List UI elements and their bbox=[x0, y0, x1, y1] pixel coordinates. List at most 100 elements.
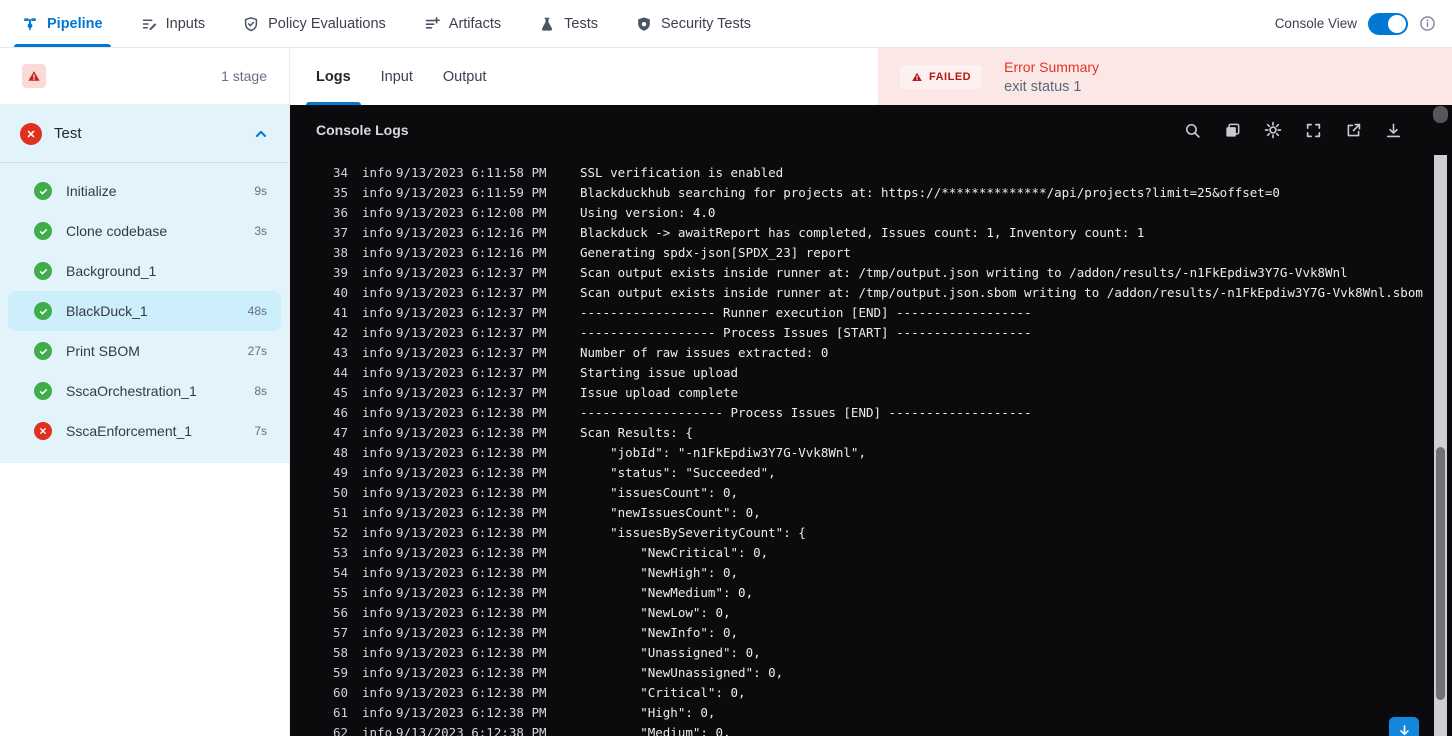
log-message: "Unassigned": 0, bbox=[580, 645, 761, 660]
log-line-number: 62 bbox=[332, 725, 348, 736]
failed-badge-label: FAILED bbox=[929, 70, 972, 83]
log-line: 38 info 9/13/2023 6:12:16 PM Generating … bbox=[290, 243, 1430, 263]
tab-artifacts[interactable]: Artifacts bbox=[424, 0, 501, 47]
log-line: 60 info 9/13/2023 6:12:38 PM "Critical":… bbox=[290, 683, 1430, 703]
log-message: Starting issue upload bbox=[580, 365, 739, 380]
top-nav: Pipeline Inputs Policy Evaluations Artif… bbox=[0, 0, 1452, 48]
console-view-label: Console View bbox=[1274, 16, 1357, 31]
log-line-number: 50 bbox=[332, 485, 348, 500]
tab-input[interactable]: Input bbox=[381, 48, 413, 105]
step-row-initialize[interactable]: Initialize 9s bbox=[8, 171, 281, 211]
arrow-down-icon bbox=[1399, 725, 1409, 736]
security-tests-icon bbox=[636, 16, 652, 32]
log-line-number: 53 bbox=[332, 545, 348, 560]
log-level: info bbox=[362, 185, 393, 200]
log-line-number: 52 bbox=[332, 525, 348, 540]
log-timestamp: 9/13/2023 6:12:38 PM bbox=[396, 525, 547, 540]
log-level: info bbox=[362, 565, 393, 580]
log-timestamp: 9/13/2023 6:12:38 PM bbox=[396, 685, 547, 700]
log-line: 61 info 9/13/2023 6:12:38 PM "High": 0, bbox=[290, 703, 1430, 723]
tab-inputs-label: Inputs bbox=[165, 15, 206, 32]
step-row-blackduck-1[interactable]: BlackDuck_1 48s bbox=[8, 291, 281, 331]
step-status-icon bbox=[34, 422, 52, 440]
log-line-number: 39 bbox=[332, 265, 348, 280]
log-line: 44 info 9/13/2023 6:12:37 PM Starting is… bbox=[290, 363, 1430, 383]
search-icon[interactable] bbox=[1184, 122, 1201, 139]
tab-inputs[interactable]: Inputs bbox=[141, 0, 206, 47]
tab-pipeline[interactable]: Pipeline bbox=[14, 0, 111, 47]
log-line: 57 info 9/13/2023 6:12:38 PM "NewInfo": … bbox=[290, 623, 1430, 643]
log-line: 56 info 9/13/2023 6:12:38 PM "NewLow": 0… bbox=[290, 603, 1430, 623]
console-view-toggle[interactable] bbox=[1368, 12, 1408, 35]
step-row-sscaenforcement-1[interactable]: SscaEnforcement_1 7s bbox=[8, 411, 281, 451]
log-level: info bbox=[362, 585, 393, 600]
error-summary-title: Error Summary bbox=[1004, 58, 1100, 75]
log-message: "status": "Succeeded", bbox=[580, 465, 776, 480]
log-line: 54 info 9/13/2023 6:12:38 PM "NewHigh": … bbox=[290, 563, 1430, 583]
tab-pipeline-label: Pipeline bbox=[47, 15, 103, 32]
log-timestamp: 9/13/2023 6:12:38 PM bbox=[396, 465, 547, 480]
log-line-number: 35 bbox=[332, 185, 348, 200]
log-line-number: 48 bbox=[332, 445, 348, 460]
log-message: ------------------- Process Issues [END]… bbox=[580, 405, 1032, 420]
chevron-up-icon[interactable] bbox=[253, 126, 269, 142]
console-title: Console Logs bbox=[316, 122, 409, 138]
copy-icon[interactable] bbox=[1224, 122, 1241, 139]
error-summary-panel: FAILED Error Summary exit status 1 bbox=[878, 48, 1452, 105]
tab-logs[interactable]: Logs bbox=[306, 48, 361, 105]
log-line: 59 info 9/13/2023 6:12:38 PM "NewUnassig… bbox=[290, 663, 1430, 683]
scrollbar-top-thumb[interactable] bbox=[1433, 106, 1448, 123]
log-message: Using version: 4.0 bbox=[580, 205, 716, 220]
scroll-to-bottom-button[interactable] bbox=[1389, 717, 1419, 736]
inputs-icon bbox=[141, 16, 157, 32]
step-status-icon bbox=[34, 382, 52, 400]
log-message: Number of raw issues extracted: 0 bbox=[580, 345, 829, 360]
log-line: 43 info 9/13/2023 6:12:37 PM Number of r… bbox=[290, 343, 1430, 363]
log-message: Scan output exists inside runner at: /tm… bbox=[580, 285, 1423, 300]
step-row-print-sbom[interactable]: Print SBOM 27s bbox=[8, 331, 281, 371]
toggle-knob bbox=[1388, 14, 1406, 33]
step-status-icon bbox=[34, 262, 52, 280]
download-icon[interactable] bbox=[1385, 122, 1402, 139]
stage-count-label: 1 stage bbox=[221, 68, 267, 84]
log-timestamp: 9/13/2023 6:12:38 PM bbox=[396, 725, 547, 736]
step-status-icon bbox=[34, 222, 52, 240]
step-row-background-1[interactable]: Background_1 bbox=[8, 251, 281, 291]
log-timestamp: 9/13/2023 6:12:16 PM bbox=[396, 225, 547, 240]
console-scrollbar-track[interactable] bbox=[1434, 155, 1447, 736]
log-line-number: 43 bbox=[332, 345, 348, 360]
log-timestamp: 9/13/2023 6:12:38 PM bbox=[396, 405, 547, 420]
log-timestamp: 9/13/2023 6:12:37 PM bbox=[396, 385, 547, 400]
log-message: SSL verification is enabled bbox=[580, 165, 784, 180]
log-level: info bbox=[362, 725, 393, 736]
open-in-new-icon[interactable] bbox=[1345, 122, 1362, 139]
step-status-icon bbox=[34, 182, 52, 200]
log-message: "NewLow": 0, bbox=[580, 605, 731, 620]
console-scrollbar-thumb[interactable] bbox=[1436, 447, 1445, 700]
log-timestamp: 9/13/2023 6:12:37 PM bbox=[396, 265, 547, 280]
log-timestamp: 9/13/2023 6:12:37 PM bbox=[396, 365, 547, 380]
step-row-sscaorchestration-1[interactable]: SscaOrchestration_1 8s bbox=[8, 371, 281, 411]
pipeline-icon bbox=[22, 16, 38, 32]
log-message: Blackduckhub searching for projects at: … bbox=[580, 185, 1280, 200]
log-timestamp: 9/13/2023 6:12:37 PM bbox=[396, 305, 547, 320]
tab-tests[interactable]: Tests bbox=[539, 0, 598, 47]
log-timestamp: 9/13/2023 6:12:37 PM bbox=[396, 325, 547, 340]
step-row-clone-codebase[interactable]: Clone codebase 3s bbox=[8, 211, 281, 251]
log-message: "NewCritical": 0, bbox=[580, 545, 769, 560]
tab-policy-evaluations[interactable]: Policy Evaluations bbox=[243, 0, 386, 47]
error-summary-message: exit status 1 bbox=[1004, 78, 1082, 95]
settings-icon[interactable] bbox=[1264, 121, 1282, 139]
stage-row-test[interactable]: Test bbox=[0, 105, 289, 162]
tab-output[interactable]: Output bbox=[443, 48, 487, 105]
log-message: Blackduck -> awaitReport has completed, … bbox=[580, 225, 1145, 240]
fullscreen-icon[interactable] bbox=[1305, 122, 1322, 139]
log-level: info bbox=[362, 245, 393, 260]
sidebar-header: 1 stage bbox=[0, 48, 289, 105]
log-timestamp: 9/13/2023 6:12:38 PM bbox=[396, 705, 547, 720]
tab-security-tests[interactable]: Security Tests bbox=[636, 0, 751, 47]
log-level: info bbox=[362, 285, 393, 300]
policy-evaluations-icon bbox=[243, 16, 259, 32]
stage-panel: Test Initialize 9s Clone codebase 3s Bac… bbox=[0, 105, 289, 463]
info-icon[interactable] bbox=[1419, 15, 1436, 32]
